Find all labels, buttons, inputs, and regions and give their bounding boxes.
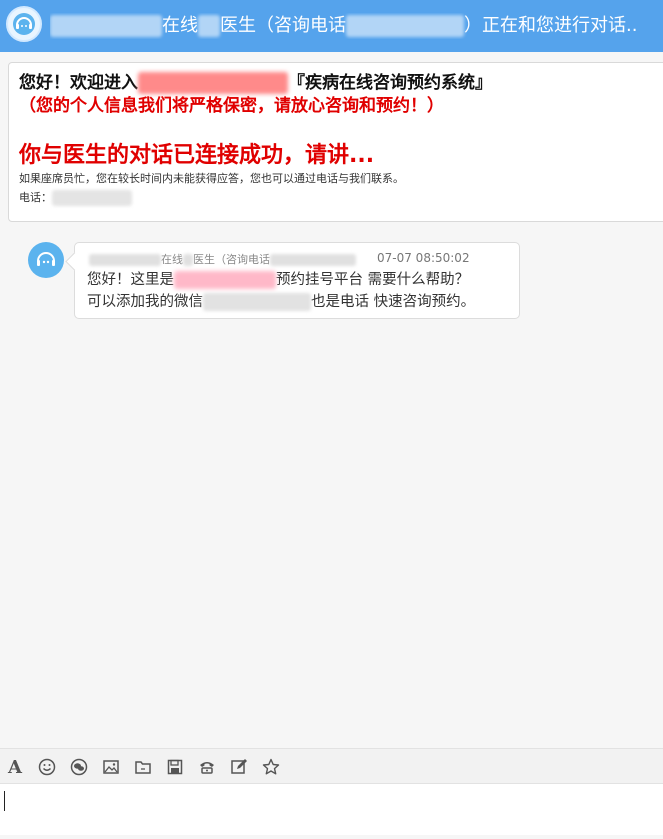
emoji-icon[interactable] (37, 757, 57, 777)
message-line: 可以添加我的微信 也是电话 快速咨询预约。 (87, 291, 475, 313)
redacted-text (174, 271, 276, 289)
message-avatar-icon (28, 242, 64, 278)
phone-label: 电话： (19, 191, 52, 204)
redacted-text (52, 190, 132, 206)
text-caret (4, 791, 5, 811)
connected-message: 你与医生的对话已连接成功，请讲... (19, 143, 375, 168)
message-bubble: 在线 医生（咨询电话 07-07 08:50:02 您好！这里是 预约挂号平台 需要… (74, 242, 520, 319)
redacted-text (270, 254, 356, 266)
welcome-panel: 您好！欢迎进入 『疾病在线咨询预约系统』 （您的个人信息我们将严格保密，请放心咨询… (8, 62, 663, 222)
header-title: 在线 医生（咨询电话 ）正在和您进行对话.. (50, 13, 657, 39)
busy-note: 如果座席员忙，您在较长时间内未能获得应答，您也可以通过电话与我们联系。 (19, 172, 404, 185)
greeting-prefix: 您好！欢迎进入 (19, 73, 138, 93)
line2-prefix: 可以添加我的微信 (87, 294, 203, 310)
phone-icon[interactable] (197, 757, 217, 777)
redacted-text (198, 15, 220, 37)
message-line: 您好！这里是 预约挂号平台 需要什么帮助？ (87, 269, 475, 291)
edit-icon[interactable] (229, 757, 249, 777)
redacted-text (346, 15, 464, 37)
redacted-text (89, 254, 161, 266)
redacted-text (203, 293, 311, 311)
message-input[interactable] (0, 784, 663, 835)
redacted-text (138, 72, 288, 94)
privacy-note: （您的个人信息我们将严格保密，请放心咨询和预约！） (19, 96, 444, 116)
chat-toolbar: A (0, 748, 663, 784)
message-text: 您好！这里是 预约挂号平台 需要什么帮助？ 可以添加我的微信 也是电话 快速咨询预约… (87, 269, 475, 313)
sender-part1: 在线 (161, 253, 183, 266)
header-title-part2: 医生（咨询电话 (220, 15, 346, 36)
message-sender: 在线 医生（咨询电话 (89, 251, 356, 267)
line1-prefix: 您好！这里是 (87, 272, 174, 288)
agent-avatar-icon (6, 6, 42, 42)
line1-suffix: 预约挂号平台 需要什么帮助？ (276, 272, 470, 288)
star-icon[interactable] (261, 757, 281, 777)
save-icon[interactable] (165, 757, 185, 777)
line2-suffix: 也是电话 快速咨询预约。 (311, 294, 476, 310)
redacted-text (50, 15, 162, 37)
phone-line: 电话： (19, 187, 663, 209)
header-title-part3: ）正在和您进行对话.. (464, 15, 638, 36)
redacted-text (183, 254, 193, 266)
wechat-icon[interactable] (69, 757, 89, 777)
header-title-part1: 在线 (162, 15, 198, 36)
welcome-line: 您好！欢迎进入 『疾病在线咨询预约系统』 (19, 71, 663, 95)
image-icon[interactable] (101, 757, 121, 777)
font-icon[interactable]: A (5, 757, 25, 778)
system-name: 『疾病在线咨询预约系统』 (288, 73, 492, 93)
message-input-area (0, 784, 663, 835)
message-time: 07-07 08:50:02 (377, 251, 470, 265)
folder-icon[interactable] (133, 757, 153, 777)
sender-part2: 医生（咨询电话 (193, 253, 270, 266)
chat-header: 在线 医生（咨询电话 ）正在和您进行对话.. (0, 0, 663, 52)
